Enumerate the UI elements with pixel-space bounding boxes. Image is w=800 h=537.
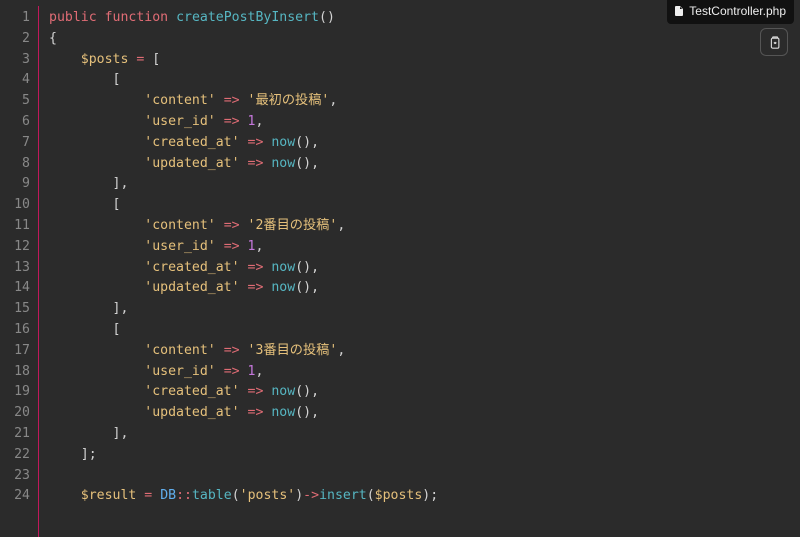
line-number: 21	[0, 424, 30, 445]
code-line: 'created_at' => now(),	[49, 258, 438, 279]
code-line: 'content' => '3番目の投稿',	[49, 341, 438, 362]
code-line: ],	[49, 174, 438, 195]
code-line: public function createPostByInsert()	[49, 8, 438, 29]
code-line: 'created_at' => now(),	[49, 133, 438, 154]
line-number: 11	[0, 216, 30, 237]
line-number: 2	[0, 29, 30, 50]
copy-button[interactable]	[760, 28, 788, 56]
code-line: {	[49, 29, 438, 50]
line-number: 3	[0, 50, 30, 71]
line-number: 9	[0, 174, 30, 195]
filename-tab: TestController.php	[667, 0, 794, 24]
code-editor: 123456789101112131415161718192021222324 …	[0, 0, 800, 537]
code-line: ],	[49, 424, 438, 445]
line-number: 4	[0, 70, 30, 91]
file-icon	[673, 5, 685, 17]
code-line: 'content' => '最初の投稿',	[49, 91, 438, 112]
line-number: 5	[0, 91, 30, 112]
line-number: 20	[0, 403, 30, 424]
code-line: 'content' => '2番目の投稿',	[49, 216, 438, 237]
code-line: 'updated_at' => now(),	[49, 403, 438, 424]
code-line: $posts = [	[49, 50, 438, 71]
line-number-gutter: 123456789101112131415161718192021222324	[0, 6, 38, 537]
code-line: 'updated_at' => now(),	[49, 278, 438, 299]
line-number: 19	[0, 382, 30, 403]
line-number: 17	[0, 341, 30, 362]
gutter-divider	[38, 6, 39, 537]
line-number: 16	[0, 320, 30, 341]
line-number: 1	[0, 8, 30, 29]
line-number: 18	[0, 362, 30, 383]
line-number: 24	[0, 486, 30, 507]
code-line: 'updated_at' => now(),	[49, 154, 438, 175]
line-number: 15	[0, 299, 30, 320]
code-line: 'user_id' => 1,	[49, 237, 438, 258]
code-line	[49, 466, 438, 487]
code-line: $result = DB::table('posts')->insert($po…	[49, 486, 438, 507]
line-number: 14	[0, 278, 30, 299]
code-line: ];	[49, 445, 438, 466]
line-number: 10	[0, 195, 30, 216]
code-line: [	[49, 195, 438, 216]
code-line: 'user_id' => 1,	[49, 112, 438, 133]
line-number: 13	[0, 258, 30, 279]
filename-label: TestController.php	[689, 1, 786, 22]
line-number: 6	[0, 112, 30, 133]
line-number: 12	[0, 237, 30, 258]
line-number: 23	[0, 466, 30, 487]
code-line: 'user_id' => 1,	[49, 362, 438, 383]
line-number: 8	[0, 154, 30, 175]
code-line: ],	[49, 299, 438, 320]
code-area[interactable]: public function createPostByInsert(){ $p…	[49, 6, 438, 537]
line-number: 7	[0, 133, 30, 154]
line-number: 22	[0, 445, 30, 466]
code-line: 'created_at' => now(),	[49, 382, 438, 403]
code-line: [	[49, 320, 438, 341]
clipboard-icon	[767, 35, 782, 50]
code-line: [	[49, 70, 438, 91]
